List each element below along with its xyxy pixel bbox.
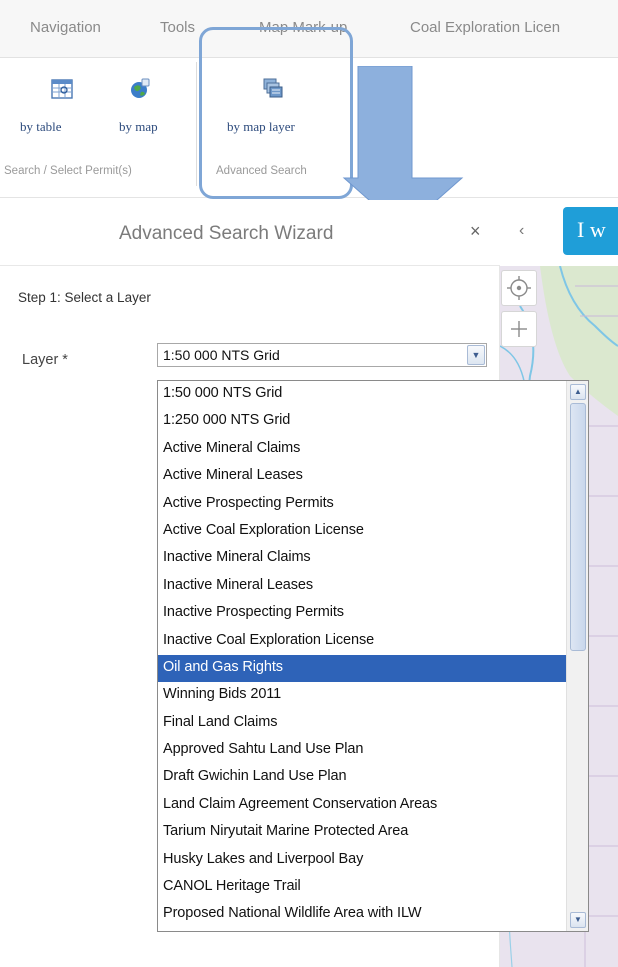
layer-dropdown-list[interactable]: 1:50 000 NTS Grid 1:250 000 NTS Grid Activ… <box>157 380 589 932</box>
layer-select[interactable]: 1:50 000 NTS Grid ▼ <box>157 343 487 367</box>
globe-icon <box>131 78 150 98</box>
dropdown-option[interactable]: 1:50 000 NTS Grid <box>158 381 566 408</box>
menu-tools[interactable]: Tools <box>160 19 195 36</box>
wizard-title: Advanced Search Wizard <box>119 223 334 244</box>
dropdown-option[interactable]: Inactive Coal Exploration License <box>158 628 566 655</box>
dropdown-option[interactable]: 1:250 000 NTS Grid <box>158 408 566 435</box>
zoom-in-button[interactable] <box>501 311 537 347</box>
dropdown-option[interactable]: Inactive Mineral Claims <box>158 545 566 572</box>
by-table-label: by table <box>20 119 62 134</box>
dropdown-option[interactable]: CANOL Heritage Trail <box>158 874 566 901</box>
dropdown-option[interactable]: Tarium Niryutait Marine Protected Area <box>158 819 566 846</box>
ribbon-separator <box>196 62 197 186</box>
step-label: Step 1: Select a Layer <box>18 290 151 305</box>
close-icon[interactable]: × <box>470 221 481 242</box>
dropdown-option[interactable]: Active Mineral Claims <box>158 436 566 463</box>
chevron-down-icon[interactable]: ▼ <box>467 345 485 365</box>
by-map-label: by map <box>119 119 158 134</box>
dropdown-option[interactable]: Proposed National Wildlife Area with ILW <box>158 901 566 928</box>
table-grid-icon <box>51 79 73 99</box>
dropdown-option[interactable]: Approved Sahtu Land Use Plan <box>158 737 566 764</box>
info-tab[interactable]: I w <box>563 207 618 255</box>
dropdown-option[interactable]: Active Coal Exploration License <box>158 518 566 545</box>
chevron-left-icon[interactable]: ‹ <box>519 222 524 240</box>
layer-select-value: 1:50 000 NTS Grid <box>163 347 280 363</box>
dropdown-option[interactable]: Inactive Prospecting Permits <box>158 600 566 627</box>
dropdown-option[interactable]: Land Claim Agreement Conservation Areas <box>158 792 566 819</box>
locate-icon <box>507 276 531 300</box>
dropdown-options: 1:50 000 NTS Grid 1:250 000 NTS Grid Activ… <box>158 381 566 929</box>
scroll-down-icon[interactable]: ▼ <box>570 912 586 928</box>
highlight-callout <box>199 27 353 199</box>
dropdown-option[interactable]: Oil and Gas Rights <box>158 654 566 683</box>
scroll-up-icon[interactable]: ▲ <box>570 384 586 400</box>
layer-label: Layer * <box>22 352 68 368</box>
locate-button[interactable] <box>501 270 537 306</box>
dropdown-option[interactable]: Winning Bids 2011 <box>158 682 566 709</box>
dropdown-option[interactable]: Husky Lakes and Liverpool Bay <box>158 847 566 874</box>
dropdown-option[interactable]: Inactive Mineral Leases <box>158 573 566 600</box>
dropdown-option[interactable]: Final Land Claims <box>158 710 566 737</box>
menu-coal-exploration[interactable]: Coal Exploration Licen <box>410 19 560 36</box>
dropdown-option[interactable]: Active Mineral Leases <box>158 463 566 490</box>
dropdown-scrollbar[interactable]: ▲ ▼ <box>566 381 588 931</box>
menu-navigation[interactable]: Navigation <box>30 19 101 36</box>
dropdown-option[interactable]: Active Prospecting Permits <box>158 491 566 518</box>
group-label-search-select: Search / Select Permit(s) <box>4 165 132 177</box>
dropdown-option[interactable]: Draft Gwichin Land Use Plan <box>158 764 566 791</box>
scroll-thumb[interactable] <box>570 403 586 651</box>
zoom-in-icon <box>511 321 527 337</box>
